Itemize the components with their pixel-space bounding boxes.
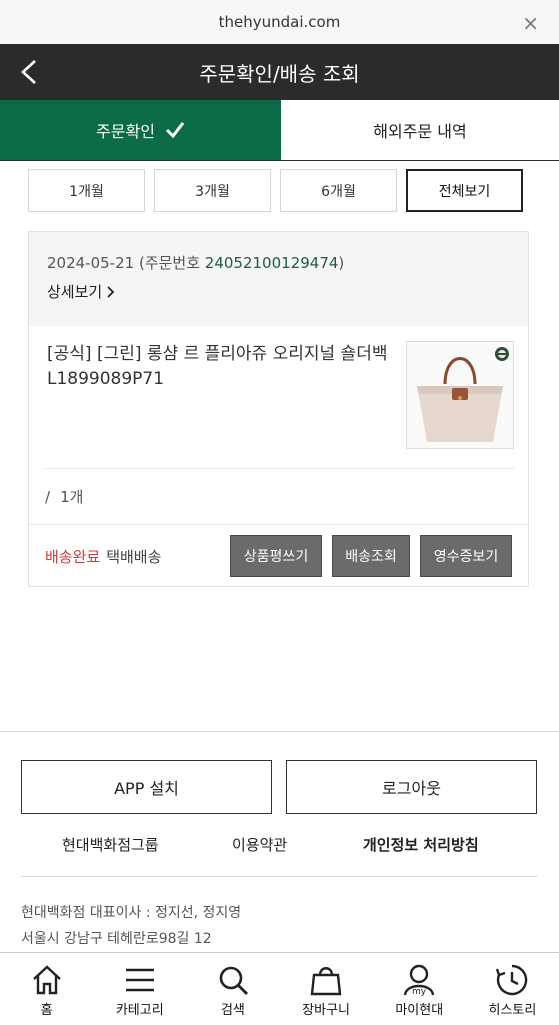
tab-overseas-orders[interactable]: 해외주문 내역 [281, 100, 559, 160]
history-icon [496, 964, 528, 996]
nav-label: 홈 [40, 1003, 53, 1018]
period-6-month-button[interactable]: 6개월 [280, 169, 397, 212]
terms-link[interactable]: 이용약관 [232, 834, 287, 855]
nav-label: 검색 [220, 1003, 245, 1018]
footer-buttons: APP 설치 로그아웃 [21, 760, 537, 814]
view-receipt-button[interactable]: 영수증보기 [420, 535, 512, 577]
nav-label: 히스토리 [488, 1003, 537, 1018]
order-actions: 배송완료 택배배송 상품평쓰기 배송조회 영수증보기 [29, 524, 528, 587]
tote-bag-image [407, 342, 513, 448]
order-date: 2024-05-21 [47, 254, 135, 272]
tab-order-confirm[interactable]: 주문확인 [0, 100, 281, 160]
order-tabs: 주문확인 해외주문 내역 [0, 100, 559, 161]
quantity-row: / 1개 [29, 469, 528, 524]
group-link[interactable]: 현대백화점그룹 [62, 834, 159, 855]
tab-label: 주문확인 [96, 122, 155, 141]
quantity-value: 1개 [60, 488, 84, 506]
company-ceo: 현대백화점 대표이사 : 정지선, 정지영 [21, 905, 242, 921]
chevron-right-icon [107, 285, 115, 298]
check-icon [165, 122, 185, 139]
order-card-header: 2024-05-21 (주문번호 24052100129474) 상세보기 [29, 232, 528, 326]
nav-category[interactable]: 카테고리 [93, 953, 186, 1025]
menu-icon [125, 968, 154, 992]
back-arrow-icon[interactable] [18, 58, 42, 86]
order-number-prefix: (주문번호 [138, 254, 205, 272]
my-icon: my [404, 964, 435, 997]
nav-label: 마이현대 [395, 1003, 444, 1018]
action-buttons: 상품평쓰기 배송조회 영수증보기 [230, 535, 512, 577]
delivery-type: 택배배송 [106, 547, 162, 566]
privacy-policy-link[interactable]: 개인정보 처리방침 [363, 834, 479, 855]
app-install-button[interactable]: APP 설치 [21, 760, 272, 814]
product-name[interactable]: [공식] [그린] 롱샴 르 플리아쥬 오리지널 숄더백 L1899089P71 [47, 342, 392, 392]
url-text: thehyundai.com [218, 13, 341, 31]
tab-label: 해외주문 내역 [373, 122, 467, 141]
bottom-navigation: 홈 카테고리 검색 장바구니 my 마이현대 히스토리 [0, 952, 559, 1025]
company-address: 서울시 강남구 테헤란로98길 12 [21, 931, 212, 947]
my-icon-text: my [412, 987, 427, 997]
period-filter: 1개월 3개월 6개월 전체보기 [0, 161, 559, 212]
order-info: 2024-05-21 (주문번호 24052100129474) [47, 252, 510, 273]
status-badge: 배송완료 [45, 547, 101, 566]
page-header: 주문확인/배송 조회 [0, 44, 559, 100]
order-card: 2024-05-21 (주문번호 24052100129474) 상세보기 [공… [28, 231, 529, 587]
home-icon [32, 965, 61, 995]
nav-home[interactable]: 홈 [0, 953, 93, 1025]
search-icon [219, 966, 248, 995]
order-detail-link[interactable]: 상세보기 [47, 281, 510, 302]
page-title: 주문확인/배송 조회 [199, 61, 360, 86]
period-1-month-button[interactable]: 1개월 [28, 169, 145, 212]
nav-search[interactable]: 검색 [186, 953, 279, 1025]
period-all-button[interactable]: 전체보기 [406, 169, 523, 212]
order-number: 24052100129474 [204, 254, 339, 272]
close-icon[interactable]: × [522, 11, 539, 35]
shopping-bag-icon [310, 967, 342, 996]
logout-button[interactable]: 로그아웃 [286, 760, 537, 814]
quantity-slash: / [45, 487, 51, 506]
nav-history[interactable]: 히스토리 [466, 953, 559, 1025]
company-info: 현대백화점 대표이사 : 정지선, 정지영 서울시 강남구 테헤란로98길 12 [21, 900, 241, 952]
nav-label: 장바구니 [302, 1003, 351, 1018]
nav-label: 카테고리 [115, 1003, 164, 1018]
write-review-button[interactable]: 상품평쓰기 [230, 535, 322, 577]
nav-cart[interactable]: 장바구니 [280, 953, 373, 1025]
nav-my-hyundai[interactable]: my 마이현대 [373, 953, 466, 1025]
period-3-month-button[interactable]: 3개월 [154, 169, 271, 212]
detail-label: 상세보기 [47, 283, 103, 301]
order-number-suffix: ) [338, 254, 345, 272]
product-row[interactable]: [공식] [그린] 롱샴 르 플리아쥬 오리지널 숄더백 L1899089P71 [29, 326, 528, 468]
footer-divider-2 [21, 876, 538, 877]
track-delivery-button[interactable]: 배송조회 [332, 535, 410, 577]
product-image[interactable] [406, 341, 514, 449]
footer-divider [0, 731, 559, 732]
browser-url-bar: thehyundai.com × [0, 0, 559, 44]
